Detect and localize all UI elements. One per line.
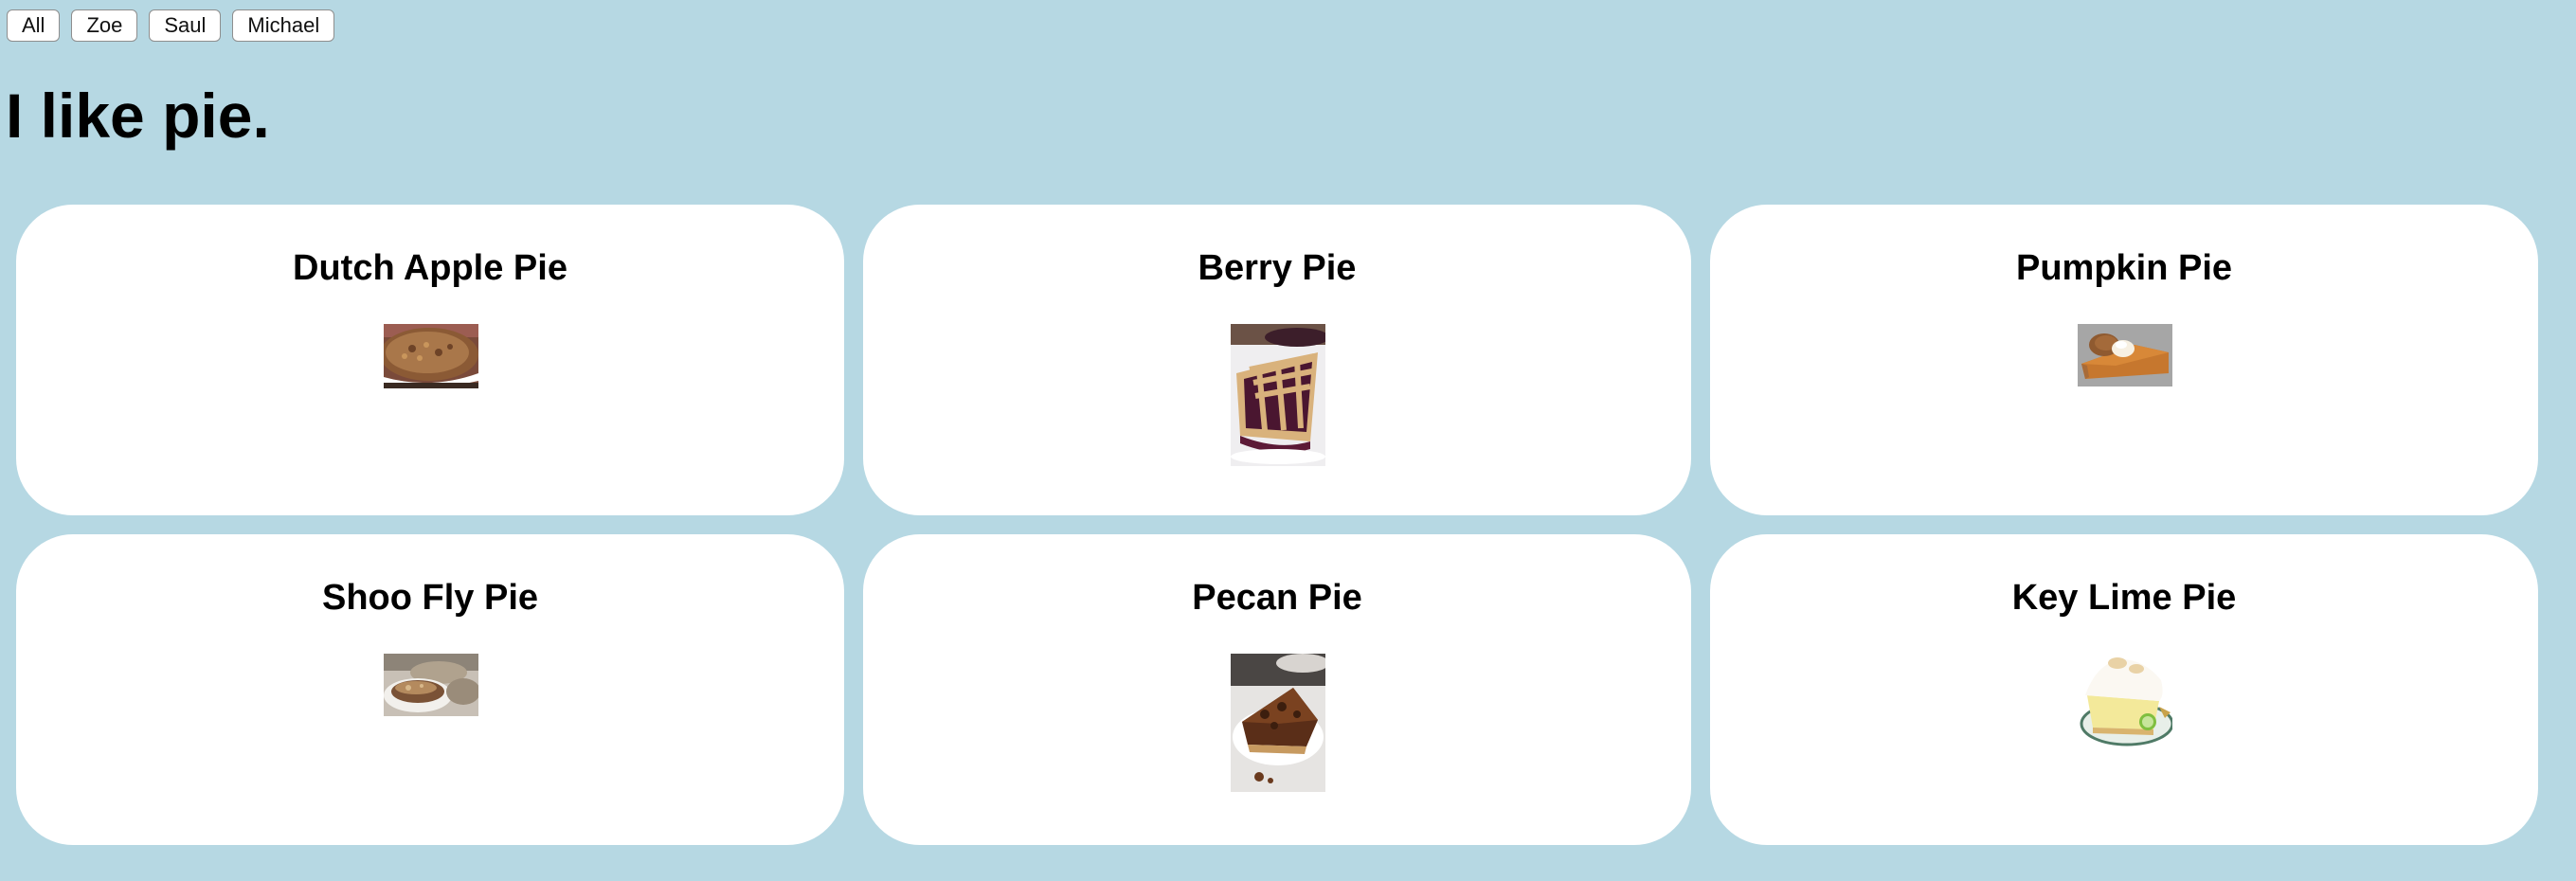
pie-name: Shoo Fly Pie <box>321 578 539 618</box>
filter-zoe-button[interactable]: Zoe <box>71 9 138 42</box>
filter-all-button[interactable]: All <box>7 9 61 42</box>
filter-bar: All Zoe Saul Michael <box>7 9 335 42</box>
pie-name: Pumpkin Pie <box>2015 248 2233 288</box>
pie-card: Pumpkin Pie <box>1710 205 2538 515</box>
key-lime-pie-photo <box>2078 654 2172 748</box>
pie-name: Dutch Apple Pie <box>293 248 567 288</box>
pumpkin-pie-photo <box>2078 324 2172 387</box>
berry-pie-photo <box>1231 324 1325 466</box>
pecan-pie-photo <box>1231 654 1325 792</box>
pie-name: Key Lime Pie <box>2011 578 2237 618</box>
pie-name: Berry Pie <box>1198 248 1357 288</box>
pie-card: Dutch Apple Pie <box>16 205 844 515</box>
filter-michael-button[interactable]: Michael <box>232 9 335 42</box>
pie-card: Key Lime Pie <box>1710 534 2538 845</box>
pie-card: Berry Pie <box>863 205 1691 515</box>
pie-card: Pecan Pie <box>863 534 1691 845</box>
pie-card: Shoo Fly Pie <box>16 534 844 845</box>
shoo-fly-pie-photo <box>384 654 478 716</box>
page-title: I like pie. <box>6 81 270 151</box>
dutch-apple-pie-photo <box>384 324 478 388</box>
filter-saul-button[interactable]: Saul <box>149 9 222 42</box>
pie-name: Pecan Pie <box>1192 578 1362 618</box>
pie-card-grid: Dutch Apple Pie Berry Pie Pumpkin Pie Sh… <box>16 205 2538 845</box>
